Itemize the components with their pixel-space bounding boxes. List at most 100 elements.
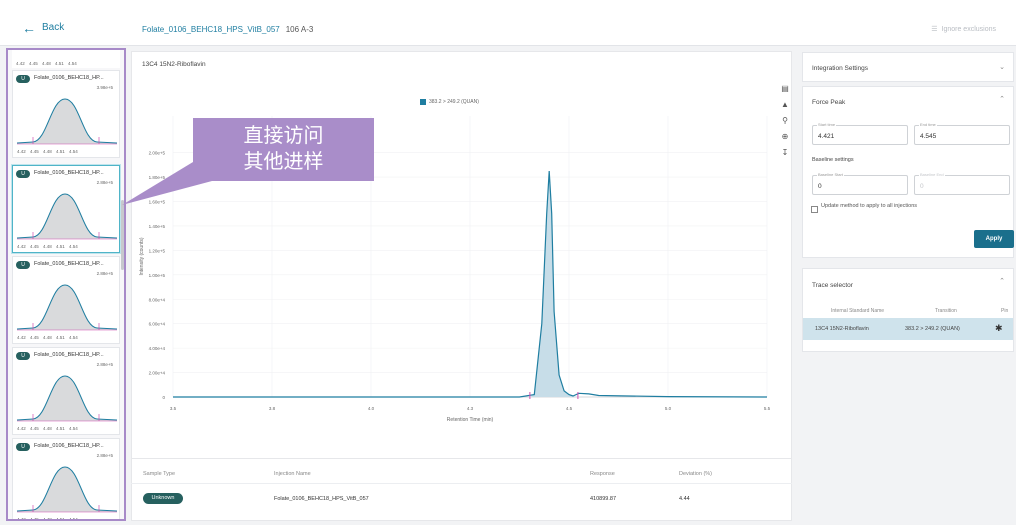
thumbnail-item[interactable]: U Folate_0106_BEHC18_HP... 2.88e+5 4.42 4.4… [12, 165, 120, 253]
page-title: Folate_0106_BEHC18_HPS_VitB_057 106 A-3 [142, 25, 313, 34]
col-internal-standard: Internal Standard Name [831, 308, 885, 314]
back-button[interactable]: ← Back [22, 19, 65, 36]
download-icon[interactable]: ↧ [782, 148, 789, 158]
apply-button[interactable]: Apply [974, 230, 1014, 248]
thumbnail-chromatogram [16, 98, 118, 145]
thumbnail-partial[interactable]: 4.42 4.45 4.48 4.51 4.54 [12, 50, 120, 75]
force-peak-title: Force Peak [812, 99, 846, 106]
thumbnail-name: Folate_0106_BEHC18_HP... [34, 261, 104, 267]
thumbnail-axis: 4.42 4.45 4.48 4.51 4.54 [17, 517, 78, 521]
thumbnail-axis: 4.42 4.45 4.48 4.51 4.54 [16, 61, 77, 66]
y-tick-label: 1.40e+5 [149, 224, 166, 229]
col-injection-name: Injection Name [274, 471, 311, 477]
y-tick-label: 8.00e+4 [149, 297, 166, 302]
sample-type-tag: U [16, 170, 30, 178]
injection-name-cell: Folate_0106_BEHC18_HPS_VitB_057 [274, 496, 369, 502]
arrow-left-icon: ← [22, 19, 36, 36]
end-time-field[interactable]: End time 4.545 [914, 122, 1010, 145]
ignore-label: Ignore exclusions [941, 25, 996, 33]
x-tick-label: 5.0 [665, 406, 672, 411]
thumbnail-axis: 4.42 4.45 4.48 4.51 4.54 [17, 149, 78, 154]
thumbnail-item[interactable]: U Folate_0106_BEHC18_HP... 2.88e+5 4.42 4.4… [12, 438, 120, 521]
scale-icon[interactable]: ▲ [781, 100, 789, 110]
baseline-end-field[interactable]: Baseline End 0 [914, 172, 1010, 195]
thumbnail-axis: 4.42 4.45 4.48 4.51 4.54 [17, 426, 78, 431]
thumbnail-chromatogram [16, 375, 118, 422]
chevron-up-icon[interactable]: ⌃ [999, 277, 1005, 285]
x-tick-label: 3.8 [269, 406, 276, 411]
x-tick-label: 3.5 [170, 406, 177, 411]
thumbnail-max: 3.98e+5 [96, 85, 113, 90]
sample-subtitle: 106 A-3 [285, 25, 314, 34]
y-tick-label: 6.00e+4 [149, 322, 166, 327]
response-cell: 410899.87 [590, 496, 616, 502]
y-axis-label: Intensity (counts) [139, 237, 145, 275]
thumbnail-name: Folate_0106_BEHC18_HP... [34, 170, 104, 176]
back-label: Back [42, 22, 65, 33]
y-tick-label: 1.00e+5 [149, 273, 166, 278]
update-method-checkbox[interactable] [811, 206, 818, 213]
sample-type-tag: U [16, 352, 30, 360]
thumbnail-max: 2.88e+5 [96, 362, 113, 367]
thumbnail-name: Folate_0106_BEHC18_HP... [34, 75, 104, 81]
x-axis-label: Retention Time (min) [447, 417, 494, 423]
y-tick-label: 1.60e+5 [149, 200, 166, 205]
pin-icon[interactable]: ✱ [995, 323, 1003, 334]
callout-box: 直接访问 其他进样 [193, 118, 374, 181]
col-transition: Transition [935, 308, 957, 314]
deviation-cell: 4.44 [679, 496, 690, 502]
thumbnail-item[interactable]: U Folate_0106_BEHC18_HP... 2.88e+5 4.42 4.4… [12, 347, 120, 435]
y-tick-label: 4.00e+4 [149, 346, 166, 351]
baseline-start-field[interactable]: Baseline Start 0 [812, 172, 908, 195]
thumbnail-axis: 4.42 4.45 4.48 4.51 4.54 [17, 244, 78, 249]
table-icon[interactable]: ▤ [781, 84, 789, 94]
chevron-down-icon[interactable]: ⌄ [999, 63, 1005, 71]
thumbnail-chromatogram [16, 466, 118, 513]
sample-type-tag: U [16, 443, 30, 451]
zoom-out-icon[interactable]: ⚲ [782, 116, 788, 126]
integration-settings-panel[interactable]: Integration Settings ⌄ [802, 52, 1014, 82]
thumbnail-max: 2.88e+5 [96, 453, 113, 458]
y-tick-label: 0 [162, 395, 165, 400]
integration-title: Integration Settings [812, 65, 869, 72]
col-response: Response [590, 471, 615, 477]
col-sample-type: Sample Type [143, 471, 176, 477]
thumbnail-name: Folate_0106_BEHC18_HP... [34, 352, 104, 358]
callout-line-2: 其他进样 [243, 151, 324, 173]
thumbnail-max: 2.88e+5 [96, 271, 113, 276]
y-tick-label: 2.00e+5 [149, 151, 166, 156]
x-tick-label: 4.0 [368, 406, 375, 411]
legend-swatch [420, 99, 426, 105]
col-pin: Pin [1001, 308, 1009, 314]
results-table: Sample Type Injection Name Response Devi… [131, 458, 792, 521]
y-tick-label: 1.80e+5 [149, 175, 166, 180]
thumbnail-max: 2.88e+5 [96, 180, 113, 185]
ignore-exclusions-button[interactable]: ☰ Ignore exclusions [931, 25, 996, 34]
sample-title: Folate_0106_BEHC18_HPS_VitB_057 [142, 25, 280, 34]
chevron-up-icon[interactable]: ⌃ [999, 95, 1005, 103]
thumbnail-axis: 4.42 4.45 4.48 4.51 4.54 [17, 335, 78, 340]
trace-name: 13C4 15N2-Riboflavin [815, 326, 869, 332]
update-method-label: Update method to apply to all injections [821, 203, 918, 209]
x-tick-label: 4.3 [467, 406, 474, 411]
chart-legend: 383.2 > 249.2 (QUAN) [420, 99, 479, 105]
x-tick-label: 4.5 [566, 406, 573, 411]
trace-row[interactable]: 13C4 15N2-Riboflavin 383.2 > 249.2 (QUAN… [803, 318, 1013, 340]
trace-selector-title: Trace selector [812, 282, 853, 289]
sidebar-scrollbar[interactable] [121, 200, 124, 270]
trace-transition: 383.2 > 249.2 (QUAN) [905, 326, 960, 332]
thumbnail-chromatogram [16, 193, 118, 240]
sample-type-badge: Unknown [143, 493, 183, 504]
callout-line-1: 直接访问 [243, 125, 324, 147]
col-deviation: Deviation (%) [679, 471, 713, 477]
injection-sidebar[interactable]: 4.42 4.45 4.48 4.51 4.54 U Folate_0106_BE… [6, 48, 126, 521]
thumbnail-item[interactable]: U Folate_0106_BEHC18_HP... 3.98e+5 4.42 4.4… [12, 70, 120, 158]
legend-label: 383.2 > 249.2 (QUAN) [429, 99, 479, 105]
trace-selector-panel: Trace selector ⌃ Internal Standard Name … [802, 268, 1014, 352]
zoom-in-icon[interactable]: ⊕ [782, 132, 789, 142]
thumbnail-item[interactable]: U Folate_0106_BEHC18_HP... 2.88e+5 4.42 4.4… [12, 256, 120, 344]
start-time-field[interactable]: Start time 4.421 [812, 122, 908, 145]
compound-name: 13C4 15N2-Riboflavin [142, 61, 206, 68]
baseline-settings-title: Baseline settings [812, 157, 854, 163]
thumbnail-name: Folate_0106_BEHC18_HP... [34, 443, 104, 449]
